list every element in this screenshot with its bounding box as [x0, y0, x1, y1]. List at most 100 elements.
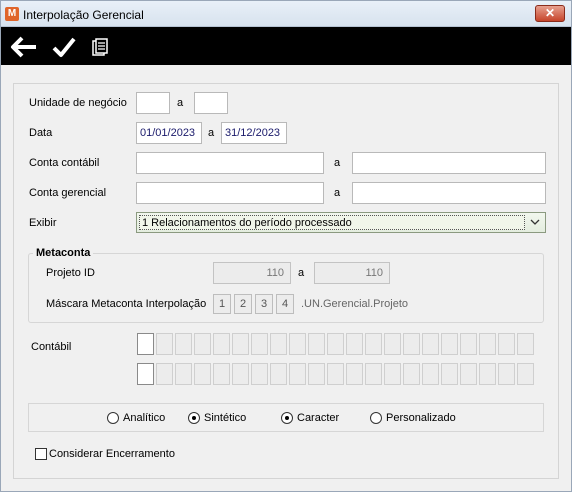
contabil-mask-cell[interactable] — [517, 333, 534, 355]
conta-gerencial-range-label: a — [334, 187, 341, 199]
contabil-mask-cell[interactable] — [384, 333, 401, 355]
confirm-button[interactable] — [51, 35, 77, 59]
unidade-label: Unidade de negócio — [29, 97, 127, 109]
back-button[interactable] — [9, 35, 39, 59]
mascara-segment-2[interactable]: 2 — [234, 294, 252, 314]
conta-gerencial-to-input[interactable] — [352, 182, 546, 204]
main-window: M Interpolação Gerencial ✕ Unidade de ne… — [0, 0, 572, 492]
radio-caracter-dot[interactable] — [281, 412, 293, 424]
copy-button[interactable] — [89, 35, 113, 59]
contabil-mask-cell[interactable] — [270, 363, 287, 385]
contabil-mask-cell[interactable] — [232, 363, 249, 385]
radio-sintetico-dot[interactable] — [188, 412, 200, 424]
contabil-mask-cell[interactable] — [175, 333, 192, 355]
data-range-label: a — [208, 127, 215, 139]
contabil-mask-cell[interactable] — [441, 333, 458, 355]
mascara-label: Máscara Metaconta Interpolação — [46, 298, 207, 310]
contabil-mask-cell[interactable] — [422, 363, 439, 385]
contabil-mask-cell[interactable] — [289, 333, 306, 355]
radio-analitico-label: Analítico — [123, 412, 166, 424]
mascara-segment-4[interactable]: 4 — [276, 294, 294, 314]
checkmark-icon — [52, 37, 76, 57]
conta-gerencial-from-input[interactable] — [136, 182, 324, 204]
conta-contabil-from-input[interactable] — [136, 152, 324, 174]
exibir-selected-value: 1 Relacionamentos do período processado — [139, 215, 525, 230]
contabil-mask-cell[interactable] — [498, 333, 515, 355]
contabil-mask-cell[interactable] — [346, 363, 363, 385]
contabil-mask-cell[interactable] — [460, 363, 477, 385]
data-from-input[interactable]: 01/01/2023 — [136, 122, 202, 144]
radio-analitico-dot[interactable] — [107, 412, 119, 424]
contabil-mask-cell[interactable] — [460, 333, 477, 355]
considerar-checkbox-box[interactable] — [35, 448, 47, 460]
contabil-mask-cell[interactable] — [213, 363, 230, 385]
contabil-mask-cell[interactable] — [232, 333, 249, 355]
contabil-mask-cell[interactable] — [156, 333, 173, 355]
chevron-down-icon[interactable] — [528, 216, 542, 229]
contabil-mask-cell[interactable] — [403, 363, 420, 385]
radio-caracter-label: Caracter — [297, 412, 340, 424]
conta-contabil-label: Conta contábil — [29, 157, 100, 169]
contabil-mask-cell[interactable] — [384, 363, 401, 385]
title-bar: M Interpolação Gerencial ✕ — [1, 1, 571, 27]
exibir-select[interactable]: 1 Relacionamentos do período processado — [136, 212, 546, 233]
contabil-mask-cell[interactable] — [498, 363, 515, 385]
considerar-checkbox-label: Considerar Encerramento — [49, 448, 175, 460]
radio-analitico[interactable]: Analítico — [107, 412, 165, 424]
contabil-mask-cell[interactable] — [137, 333, 154, 355]
radio-caracter[interactable]: Caracter — [281, 412, 339, 424]
contabil-mask-cell[interactable] — [479, 363, 496, 385]
mascara-suffix: .UN.Gerencial.Projeto — [301, 298, 408, 310]
contabil-mask-cell[interactable] — [194, 363, 211, 385]
contabil-mask-cell[interactable] — [517, 363, 534, 385]
app-icon: M — [5, 7, 19, 21]
contabil-mask-cell[interactable] — [251, 333, 268, 355]
exibir-label: Exibir — [29, 217, 57, 229]
arrow-left-icon — [11, 36, 36, 58]
projeto-from-input[interactable]: 110 — [213, 262, 291, 284]
unidade-from-input[interactable] — [136, 92, 170, 114]
contabil-mask-cell[interactable] — [441, 363, 458, 385]
contabil-mask-cell[interactable] — [308, 363, 325, 385]
considerar-encerramento-checkbox[interactable]: Considerar Encerramento — [35, 448, 175, 460]
conta-contabil-to-input[interactable] — [352, 152, 546, 174]
radio-sintetico[interactable]: Sintético — [188, 412, 246, 424]
contabil-mask-cell[interactable] — [479, 333, 496, 355]
contabil-mask-cell[interactable] — [213, 333, 230, 355]
projeto-range-label: a — [298, 267, 305, 279]
radio-personalizado-dot[interactable] — [370, 412, 382, 424]
contabil-mask-cell[interactable] — [270, 333, 287, 355]
contabil-mask-cell[interactable] — [289, 363, 306, 385]
contabil-mask-cell[interactable] — [327, 363, 344, 385]
metaconta-title: Metaconta — [33, 247, 94, 259]
documents-icon — [92, 38, 108, 56]
conta-contabil-range-label: a — [334, 157, 341, 169]
contabil-mask-cell[interactable] — [137, 363, 154, 385]
toolbar — [1, 27, 571, 65]
contabil-mask-cell[interactable] — [175, 363, 192, 385]
conta-gerencial-label: Conta gerencial — [29, 187, 107, 199]
projeto-label: Projeto ID — [46, 267, 95, 279]
data-to-input[interactable]: 31/12/2023 — [221, 122, 287, 144]
contabil-mask-cell[interactable] — [365, 363, 382, 385]
radio-personalizado[interactable]: Personalizado — [370, 412, 456, 424]
contabil-mask-cell[interactable] — [365, 333, 382, 355]
contabil-mask-cell[interactable] — [422, 333, 439, 355]
radio-personalizado-label: Personalizado — [386, 412, 456, 424]
close-button[interactable]: ✕ — [535, 5, 565, 22]
contabil-mask-cell[interactable] — [251, 363, 268, 385]
contabil-mask-cell[interactable] — [346, 333, 363, 355]
contabil-mask-cell[interactable] — [156, 363, 173, 385]
mascara-segment-3[interactable]: 3 — [255, 294, 273, 314]
mascara-segment-1[interactable]: 1 — [213, 294, 231, 314]
contabil-mask-cell[interactable] — [308, 333, 325, 355]
unidade-to-input[interactable] — [194, 92, 228, 114]
projeto-to-input[interactable]: 110 — [314, 262, 390, 284]
contabil-mask-cell[interactable] — [403, 333, 420, 355]
contabil-mask-cell[interactable] — [327, 333, 344, 355]
radio-sintetico-label: Sintético — [204, 412, 247, 424]
window-title: Interpolação Gerencial — [23, 8, 144, 22]
contabil-mask-cell[interactable] — [194, 333, 211, 355]
contabil-label: Contábil — [31, 341, 72, 353]
unidade-range-label: a — [177, 97, 184, 109]
